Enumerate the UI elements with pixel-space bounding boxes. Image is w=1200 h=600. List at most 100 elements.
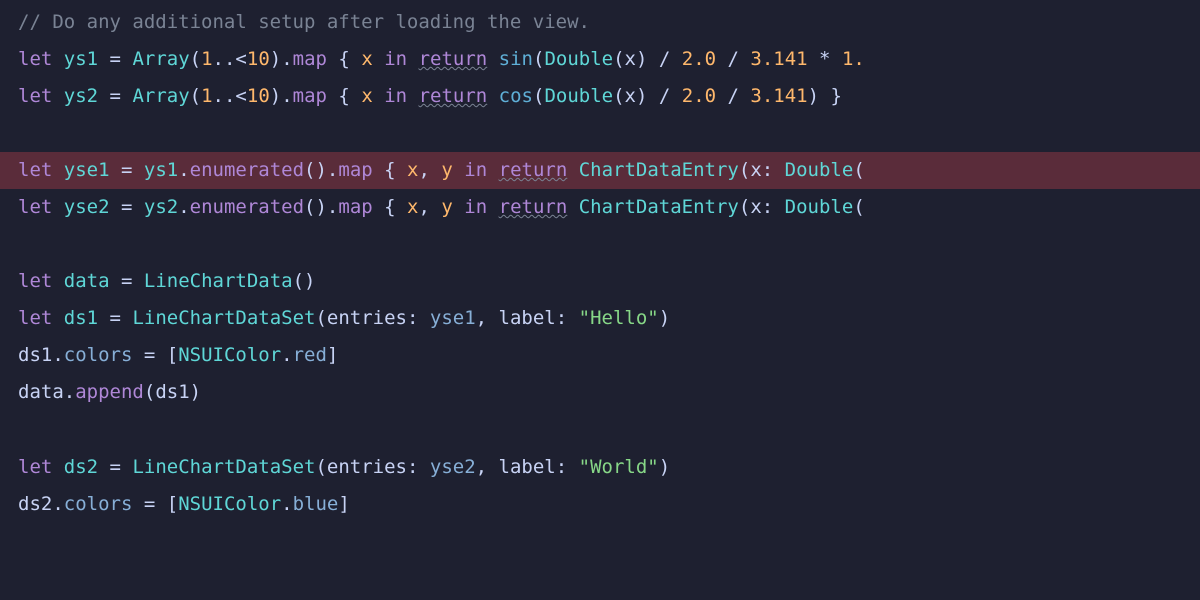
code-token bbox=[453, 196, 464, 218]
code-token bbox=[52, 85, 63, 107]
code-token: ( bbox=[190, 48, 201, 70]
code-token: ( bbox=[533, 48, 544, 70]
code-token bbox=[52, 270, 63, 292]
code-line[interactable] bbox=[0, 115, 1200, 152]
code-token bbox=[567, 159, 578, 181]
code-token: ChartDataEntry bbox=[579, 159, 739, 181]
code-token: return bbox=[419, 85, 488, 107]
code-token: 10 bbox=[247, 85, 270, 107]
code-token: , bbox=[476, 307, 499, 329]
code-token: map bbox=[293, 85, 327, 107]
code-token: : bbox=[556, 307, 579, 329]
code-token: ( bbox=[613, 85, 624, 107]
code-token: in bbox=[464, 159, 487, 181]
code-line[interactable]: let data = LineChartData() bbox=[0, 263, 1200, 300]
code-token bbox=[487, 159, 498, 181]
code-token: let bbox=[18, 270, 52, 292]
code-token bbox=[52, 456, 63, 478]
code-token: data bbox=[64, 270, 110, 292]
code-line[interactable]: ds2.colors = [NSUIColor.blue] bbox=[0, 486, 1200, 523]
code-token: ( bbox=[315, 456, 326, 478]
code-token: ) bbox=[190, 381, 201, 403]
code-token: , bbox=[476, 456, 499, 478]
code-token: 1 bbox=[201, 85, 212, 107]
code-token: Array bbox=[132, 48, 189, 70]
code-token: 3.141 bbox=[750, 85, 807, 107]
code-token: { bbox=[327, 48, 361, 70]
code-token: Double bbox=[785, 159, 854, 181]
code-line[interactable]: let yse2 = ys2.enumerated().map { x, y i… bbox=[0, 189, 1200, 226]
code-line[interactable]: let yse1 = ys1.enumerated().map { x, y i… bbox=[0, 152, 1200, 189]
code-token: { bbox=[373, 196, 407, 218]
code-token: map bbox=[338, 196, 372, 218]
code-token: sin bbox=[499, 48, 533, 70]
code-token: (). bbox=[304, 159, 338, 181]
code-token bbox=[407, 48, 418, 70]
code-token: ) } bbox=[808, 85, 842, 107]
code-token: ( bbox=[315, 307, 326, 329]
code-line[interactable]: let ys1 = Array(1..<10).map { x in retur… bbox=[0, 41, 1200, 78]
code-token: ( bbox=[144, 381, 155, 403]
code-token: 2.0 bbox=[682, 85, 716, 107]
code-token: return bbox=[419, 48, 488, 70]
code-token: map bbox=[293, 48, 327, 70]
code-token: { bbox=[373, 159, 407, 181]
code-token bbox=[567, 196, 578, 218]
code-token: entries bbox=[327, 307, 407, 329]
code-token: ( bbox=[853, 159, 864, 181]
code-token: yse1 bbox=[430, 307, 476, 329]
code-token: in bbox=[464, 196, 487, 218]
code-token: ) bbox=[659, 456, 670, 478]
code-token: LineChartDataSet bbox=[132, 456, 315, 478]
code-token: ] bbox=[327, 344, 338, 366]
code-token: / bbox=[716, 48, 750, 70]
code-token: NSUIColor bbox=[178, 344, 281, 366]
code-token: label bbox=[499, 307, 556, 329]
code-token: in bbox=[384, 85, 407, 107]
code-token: cos bbox=[499, 85, 533, 107]
code-token: x bbox=[750, 159, 761, 181]
code-token: ) / bbox=[636, 85, 682, 107]
code-token bbox=[52, 48, 63, 70]
code-token: blue bbox=[293, 493, 339, 515]
code-line[interactable]: let ds2 = LineChartDataSet(entries: yse2… bbox=[0, 449, 1200, 486]
code-token: return bbox=[499, 159, 568, 181]
code-line[interactable]: ds1.colors = [NSUIColor.red] bbox=[0, 337, 1200, 374]
code-token: (). bbox=[304, 196, 338, 218]
code-token bbox=[52, 196, 63, 218]
code-token: in bbox=[384, 48, 407, 70]
code-line[interactable]: data.append(ds1) bbox=[0, 374, 1200, 411]
code-token: ) bbox=[659, 307, 670, 329]
code-token: ( bbox=[613, 48, 624, 70]
code-token bbox=[18, 122, 29, 144]
code-token: ds1 bbox=[18, 344, 52, 366]
code-token: ds1 bbox=[155, 381, 189, 403]
code-token bbox=[487, 196, 498, 218]
code-line[interactable]: let ds1 = LineChartDataSet(entries: yse1… bbox=[0, 300, 1200, 337]
code-token: Double bbox=[544, 85, 613, 107]
code-token bbox=[18, 419, 29, 441]
code-token: x bbox=[361, 48, 372, 70]
code-token: Array bbox=[132, 85, 189, 107]
code-line[interactable] bbox=[0, 412, 1200, 449]
code-token: ys1 bbox=[64, 48, 98, 70]
code-editor[interactable]: // Do any additional setup after loading… bbox=[0, 4, 1200, 523]
code-token: LineChartData bbox=[144, 270, 293, 292]
code-token: . bbox=[281, 344, 292, 366]
code-token: = bbox=[110, 270, 144, 292]
code-line[interactable]: // Do any additional setup after loading… bbox=[0, 4, 1200, 41]
code-token: "World" bbox=[579, 456, 659, 478]
code-token bbox=[52, 307, 63, 329]
code-token: . bbox=[64, 381, 75, 403]
code-token: return bbox=[499, 196, 568, 218]
code-line[interactable] bbox=[0, 226, 1200, 263]
code-line[interactable]: let ys2 = Array(1..<10).map { x in retur… bbox=[0, 78, 1200, 115]
code-token: y bbox=[441, 196, 452, 218]
code-token: Double bbox=[785, 196, 854, 218]
code-token: // Do any additional setup after loading… bbox=[18, 11, 590, 33]
code-token: . bbox=[52, 344, 63, 366]
code-token: ..< bbox=[213, 85, 247, 107]
code-token: x bbox=[750, 196, 761, 218]
code-token: yse2 bbox=[430, 456, 476, 478]
code-token: red bbox=[293, 344, 327, 366]
